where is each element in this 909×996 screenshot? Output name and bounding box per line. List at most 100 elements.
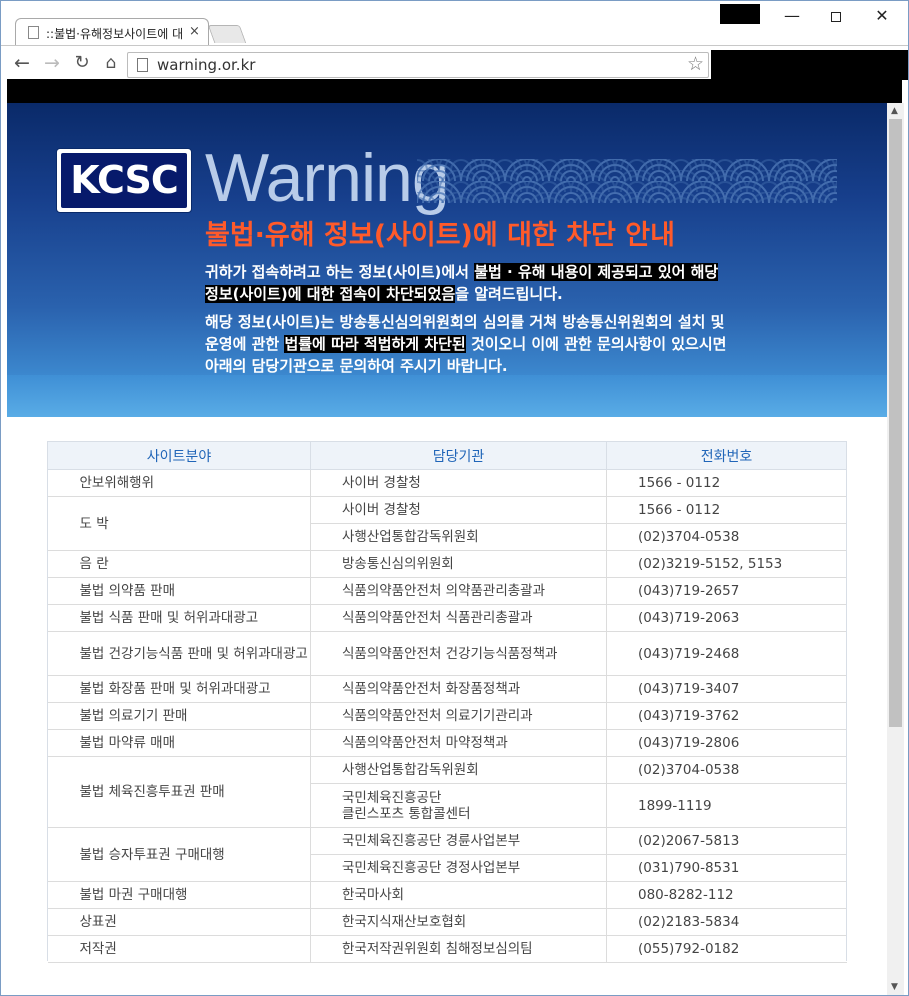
table-row: 불법 체육진흥투표권 판매 사행산업통합감독위원회 (02)3704-0538 — [47, 756, 847, 828]
field-cell: 불법 마약류 매매 — [47, 729, 311, 757]
redacted-bar — [7, 79, 902, 103]
banner-bottom-band — [7, 375, 887, 417]
field-cell: 상표권 — [47, 908, 311, 936]
table-row: 상표권 한국지식재산보호협회 (02)2183-5834 — [47, 908, 847, 936]
contact-table: 사이트분야 담당기관 전화번호 안보위해행위 사이버 경찰청 1566 - 01… — [47, 441, 847, 963]
close-window-button[interactable]: ✕ — [859, 3, 905, 29]
vertical-scrollbar[interactable]: ▲ ▼ — [887, 103, 904, 995]
table-row: 불법 마권 구매대행 한국마사회 080-8282-112 — [47, 881, 847, 909]
address-bar[interactable]: warning.or.kr ☆ — [127, 52, 709, 78]
field-cell: 도 박 — [47, 496, 311, 551]
agency-cell: 사행산업통합감독위원회 — [310, 756, 607, 784]
table-row: 불법 마약류 매매 식품의약품안전처 마약정책과 (043)719-2806 — [47, 729, 847, 757]
phone-cell: 080-8282-112 — [606, 881, 847, 909]
table-row: 저작권 한국저작권위원회 침해정보심의팀 (055)792-0182 — [47, 935, 847, 963]
page-icon — [28, 26, 39, 39]
notice-text-highlight: 법률에 따라 적법하게 차단된 — [284, 335, 466, 353]
phone-cell: (043)719-3762 — [606, 702, 847, 730]
kcsc-logo: KCSC — [56, 148, 192, 213]
field-cell: 불법 화장품 판매 및 허위과대광고 — [47, 675, 311, 703]
field-cell: 불법 건강기능식품 판매 및 허위과대광고 — [47, 631, 311, 676]
phone-cell: (02)2183-5834 — [606, 908, 847, 936]
agency-cell: 한국지식재산보호협회 — [310, 908, 607, 936]
tab-close-icon[interactable]: × — [189, 24, 200, 39]
scroll-down-arrow-icon[interactable]: ▼ — [891, 982, 898, 992]
minimize-button[interactable]: — — [769, 3, 815, 29]
page-viewport: KCSC Warning 불법·유해 정보(사이트)에 대한 차단 안내 귀하가… — [7, 103, 887, 995]
scroll-up-arrow-icon[interactable]: ▲ — [891, 106, 898, 116]
agency-cell: 국민체육진흥공단 경정사업본부 — [310, 854, 607, 882]
phone-cell: (031)790-8531 — [606, 854, 847, 882]
phone-cell: 1566 - 0112 — [606, 496, 847, 524]
bookmark-star-icon[interactable]: ☆ — [687, 53, 704, 75]
notice-text: 것이오니 이에 관한 문의사항이 있으시면 — [465, 335, 727, 353]
agency-cell: 사이버 경찰청 — [310, 469, 607, 497]
agency-cell: 한국마사회 — [310, 881, 607, 909]
scrollbar-thumb[interactable] — [889, 119, 902, 727]
title-bar: ::불법·유해정보사이트에 대 × — ✕ — [1, 1, 908, 46]
table-row: 불법 의약품 판매 식품의약품안전처 의약품관리총괄과 (043)719-265… — [47, 577, 847, 605]
phone-cell: (043)719-2657 — [606, 577, 847, 605]
maximize-button[interactable] — [813, 3, 859, 29]
agency-cell: 국민체육진흥공단 경륜사업본부 — [310, 827, 607, 855]
warning-title: Warning — [205, 140, 450, 216]
agency-cell: 사행산업통합감독위원회 — [310, 523, 607, 551]
phone-cell: (043)719-3407 — [606, 675, 847, 703]
warning-banner: KCSC Warning 불법·유해 정보(사이트)에 대한 차단 안내 귀하가… — [7, 103, 887, 417]
field-cell: 불법 마권 구매대행 — [47, 881, 311, 909]
table-row: 도 박 사이버 경찰청 1566 - 0112 — [47, 496, 847, 551]
phone-cell: (055)792-0182 — [606, 935, 847, 963]
header-phone: 전화번호 — [606, 441, 847, 470]
agency-cell: 식품의약품안전처 건강기능식품정책과 — [310, 631, 607, 676]
phone-cell: (02)3704-0538 — [606, 523, 847, 551]
browser-tab[interactable]: ::불법·유해정보사이트에 대 × — [15, 18, 209, 46]
agency-cell: 식품의약품안전처 식품관리총괄과 — [310, 604, 607, 632]
phone-cell: (02)3219-5152, 5153 — [606, 550, 847, 578]
field-cell: 안보위해행위 — [47, 469, 311, 497]
reload-icon[interactable]: ↻ — [71, 52, 93, 74]
kcsc-logo-inner: KCSC — [61, 153, 187, 208]
redacted-block — [720, 4, 760, 24]
forward-arrow-icon[interactable]: → — [41, 52, 63, 74]
url-text[interactable]: warning.or.kr — [157, 56, 255, 74]
agency-cell: 식품의약품안전처 의료기기관리과 — [310, 702, 607, 730]
phone-cell: (043)719-2468 — [606, 631, 847, 676]
agency-cell: 식품의약품안전처 의약품관리총괄과 — [310, 577, 607, 605]
phone-cell: 1899-1119 — [606, 783, 847, 828]
new-tab-button[interactable] — [207, 25, 247, 43]
field-cell: 불법 의약품 판매 — [47, 577, 311, 605]
table-row: 불법 건강기능식품 판매 및 허위과대광고 식품의약품안전처 건강기능식품정책과… — [47, 631, 847, 676]
agency-cell: 식품의약품안전처 마약정책과 — [310, 729, 607, 757]
notice-text: 아래의 담당기관으로 문의하여 주시기 바랍니다. — [205, 357, 508, 375]
field-cell: 불법 의료기기 판매 — [47, 702, 311, 730]
notice-text: 을 알려드립니다. — [455, 285, 563, 303]
block-headline: 불법·유해 정보(사이트)에 대한 차단 안내 — [205, 220, 675, 251]
notice-text: 해당 정보(사이트)는 방송통신심의위원회의 심의를 거쳐 방송통신위원회의 설… — [205, 313, 725, 331]
phone-cell: (02)3704-0538 — [606, 756, 847, 784]
table-row: 불법 승자투표권 구매대행 국민체육진흥공단 경륜사업본부 (02)2067-5… — [47, 827, 847, 882]
table-row: 불법 의료기기 판매 식품의약품안전처 의료기기관리과 (043)719-376… — [47, 702, 847, 730]
table-row: 안보위해행위 사이버 경찰청 1566 - 0112 — [47, 469, 847, 497]
table-header-row: 사이트분야 담당기관 전화번호 — [47, 441, 847, 470]
tab-title: ::불법·유해정보사이트에 대 — [46, 27, 184, 41]
field-cell: 불법 체육진흥투표권 판매 — [47, 756, 311, 828]
phone-cell: 1566 - 0112 — [606, 469, 847, 497]
field-cell: 불법 식품 판매 및 허위과대광고 — [47, 604, 311, 632]
redacted-block — [711, 50, 908, 80]
table-row: 불법 화장품 판매 및 허위과대광고 식품의약품안전처 화장품정책과 (043)… — [47, 675, 847, 703]
table-row: 음 란 방송통신심의위원회 (02)3219-5152, 5153 — [47, 550, 847, 578]
agency-cell: 한국저작권위원회 침해정보심의팀 — [310, 935, 607, 963]
home-icon[interactable]: ⌂ — [100, 52, 122, 74]
wave-pattern-decoration — [417, 159, 837, 203]
maximize-icon — [831, 11, 841, 22]
header-agency: 담당기관 — [310, 441, 607, 470]
notice-text-highlight: 정보(사이트)에 대한 접속이 차단되었음 — [205, 285, 456, 303]
phone-cell: (043)719-2806 — [606, 729, 847, 757]
notice-text: 운영에 관한 — [205, 335, 285, 353]
field-cell: 저작권 — [47, 935, 311, 963]
agency-cell: 식품의약품안전처 화장품정책과 — [310, 675, 607, 703]
back-arrow-icon[interactable]: ← — [11, 52, 33, 74]
browser-window: ::불법·유해정보사이트에 대 × — ✕ ← → ↻ ⌂ warning.or… — [0, 0, 909, 996]
table-row: 불법 식품 판매 및 허위과대광고 식품의약품안전처 식품관리총괄과 (043)… — [47, 604, 847, 632]
agency-cell: 방송통신심의위원회 — [310, 550, 607, 578]
